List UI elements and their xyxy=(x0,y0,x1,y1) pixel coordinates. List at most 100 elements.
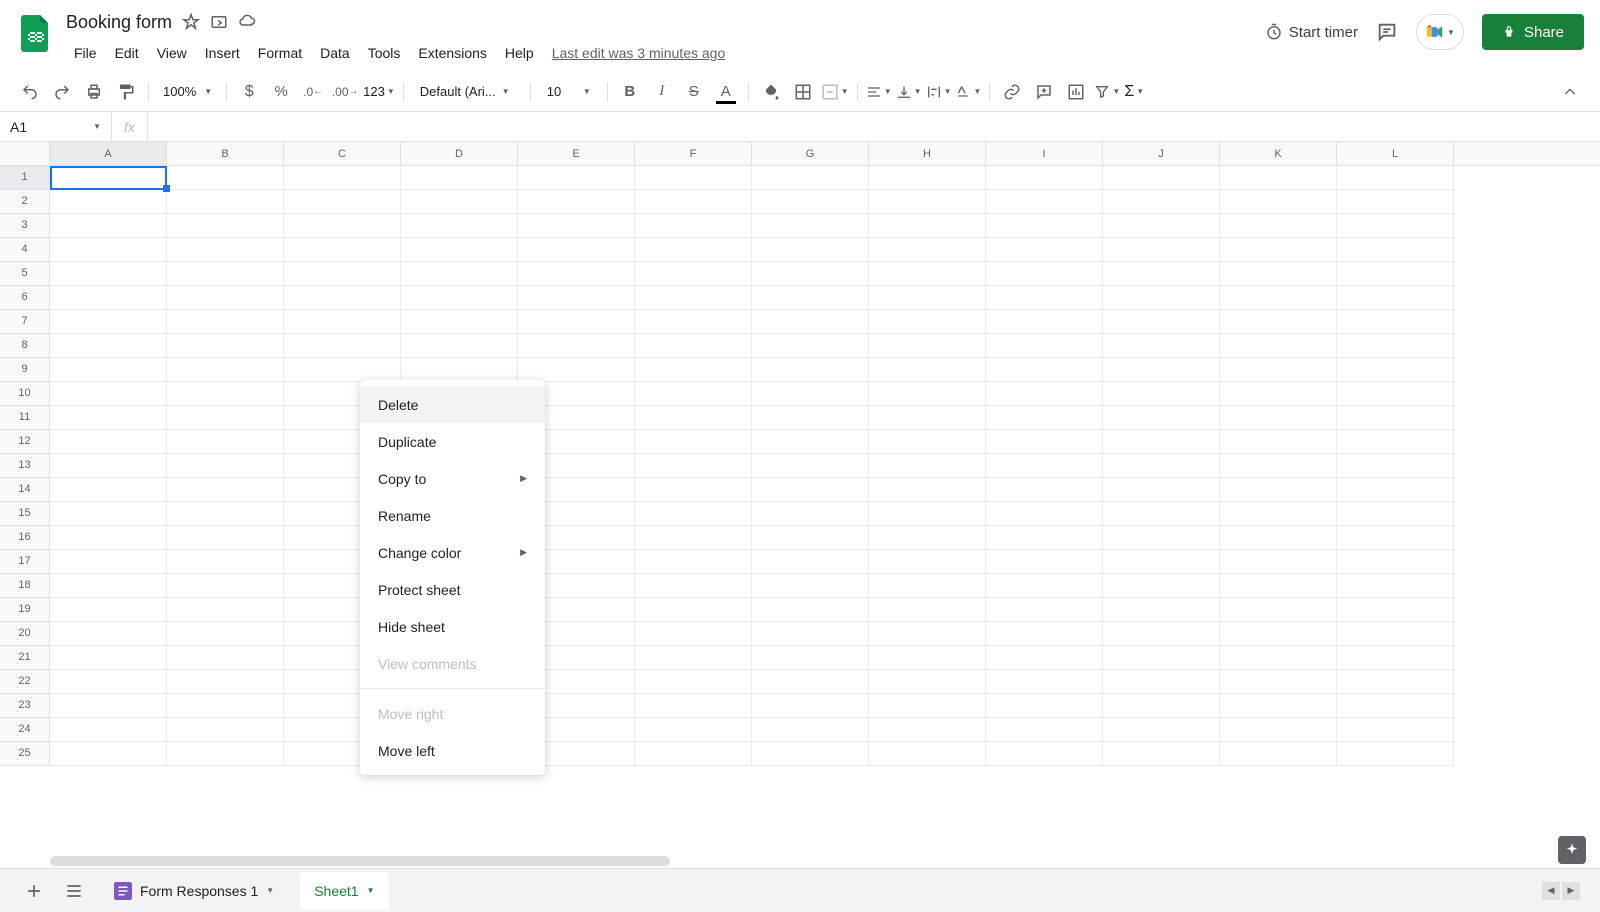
cell[interactable] xyxy=(752,742,869,766)
add-sheet-button[interactable] xyxy=(20,877,48,905)
col-header-b[interactable]: B xyxy=(167,142,284,165)
cell[interactable] xyxy=(167,478,284,502)
ctx-move-left[interactable]: Move left xyxy=(360,732,545,769)
cell[interactable] xyxy=(1220,502,1337,526)
insert-chart-button[interactable] xyxy=(1062,78,1090,106)
cell[interactable] xyxy=(635,646,752,670)
cell[interactable] xyxy=(167,262,284,286)
cell[interactable] xyxy=(869,190,986,214)
cell[interactable] xyxy=(869,694,986,718)
bold-button[interactable]: B xyxy=(616,78,644,106)
ctx-copy-to[interactable]: Copy to▶ xyxy=(360,460,545,497)
cell[interactable] xyxy=(752,598,869,622)
col-header-f[interactable]: F xyxy=(635,142,752,165)
cell[interactable] xyxy=(1220,574,1337,598)
cell[interactable] xyxy=(986,742,1103,766)
row-header[interactable]: 9 xyxy=(0,358,50,382)
cell[interactable] xyxy=(635,622,752,646)
cell[interactable] xyxy=(401,334,518,358)
cell[interactable] xyxy=(1220,670,1337,694)
cell[interactable] xyxy=(635,550,752,574)
row-header[interactable]: 5 xyxy=(0,262,50,286)
cell[interactable] xyxy=(869,310,986,334)
strikethrough-button[interactable]: S xyxy=(680,78,708,106)
cell[interactable] xyxy=(1220,694,1337,718)
cell[interactable] xyxy=(1337,574,1454,598)
print-button[interactable] xyxy=(80,78,108,106)
cell[interactable] xyxy=(401,262,518,286)
cell[interactable] xyxy=(869,262,986,286)
last-edit-link[interactable]: Last edit was 3 minutes ago xyxy=(552,45,726,61)
col-header-l[interactable]: L xyxy=(1337,142,1454,165)
menu-extensions[interactable]: Extensions xyxy=(410,41,494,65)
cell[interactable] xyxy=(869,238,986,262)
cell[interactable] xyxy=(1337,670,1454,694)
cell[interactable] xyxy=(167,238,284,262)
document-title[interactable]: Booking form xyxy=(66,12,172,33)
zoom-select[interactable]: 100%▼ xyxy=(157,84,218,99)
row-header[interactable]: 2 xyxy=(0,190,50,214)
cell[interactable] xyxy=(869,334,986,358)
cell[interactable] xyxy=(752,214,869,238)
cell[interactable] xyxy=(167,742,284,766)
cell[interactable] xyxy=(518,334,635,358)
cell[interactable] xyxy=(1220,622,1337,646)
ctx-rename[interactable]: Rename xyxy=(360,497,545,534)
cell[interactable] xyxy=(752,190,869,214)
cell[interactable] xyxy=(986,190,1103,214)
menu-help[interactable]: Help xyxy=(497,41,542,65)
col-header-d[interactable]: D xyxy=(401,142,518,165)
text-wrap-button[interactable]: ▼ xyxy=(926,84,952,100)
cell[interactable] xyxy=(518,238,635,262)
col-header-c[interactable]: C xyxy=(284,142,401,165)
cells-area[interactable] xyxy=(50,166,1454,766)
cell[interactable] xyxy=(50,742,167,766)
cell[interactable] xyxy=(50,262,167,286)
cell[interactable] xyxy=(167,526,284,550)
cell[interactable] xyxy=(986,238,1103,262)
cell[interactable] xyxy=(752,550,869,574)
cell[interactable] xyxy=(50,670,167,694)
cell[interactable] xyxy=(167,550,284,574)
cell[interactable] xyxy=(1103,310,1220,334)
cell[interactable] xyxy=(1220,238,1337,262)
cell[interactable] xyxy=(284,214,401,238)
meet-button[interactable]: ▼ xyxy=(1416,14,1464,50)
cell[interactable] xyxy=(1220,382,1337,406)
menu-format[interactable]: Format xyxy=(250,41,310,65)
cell[interactable] xyxy=(635,166,752,190)
cell[interactable] xyxy=(752,310,869,334)
cell[interactable] xyxy=(1103,406,1220,430)
menu-edit[interactable]: Edit xyxy=(107,41,147,65)
cell[interactable] xyxy=(635,358,752,382)
cell[interactable] xyxy=(635,598,752,622)
cell[interactable] xyxy=(986,262,1103,286)
cell[interactable] xyxy=(50,718,167,742)
cell[interactable] xyxy=(1337,214,1454,238)
cell[interactable] xyxy=(50,166,167,190)
cell[interactable] xyxy=(752,262,869,286)
cell[interactable] xyxy=(1220,478,1337,502)
cell[interactable] xyxy=(986,454,1103,478)
cell[interactable] xyxy=(1103,526,1220,550)
merge-cells-button[interactable]: ▼ xyxy=(821,83,849,101)
cell[interactable] xyxy=(1220,718,1337,742)
tab-nav-left[interactable]: ◀ xyxy=(1542,882,1560,900)
cell[interactable] xyxy=(1103,742,1220,766)
tab-nav-right[interactable]: ▶ xyxy=(1562,882,1580,900)
cell[interactable] xyxy=(1103,358,1220,382)
cell[interactable] xyxy=(1103,670,1220,694)
cell[interactable] xyxy=(50,550,167,574)
cell[interactable] xyxy=(518,166,635,190)
cell[interactable] xyxy=(635,238,752,262)
horizontal-align-button[interactable]: ▼ xyxy=(866,84,892,100)
row-header[interactable]: 25 xyxy=(0,742,50,766)
col-header-e[interactable]: E xyxy=(518,142,635,165)
cell[interactable] xyxy=(401,166,518,190)
cell[interactable] xyxy=(50,382,167,406)
cell[interactable] xyxy=(869,406,986,430)
cell[interactable] xyxy=(518,214,635,238)
cell[interactable] xyxy=(986,574,1103,598)
cell[interactable] xyxy=(986,598,1103,622)
cell[interactable] xyxy=(869,358,986,382)
